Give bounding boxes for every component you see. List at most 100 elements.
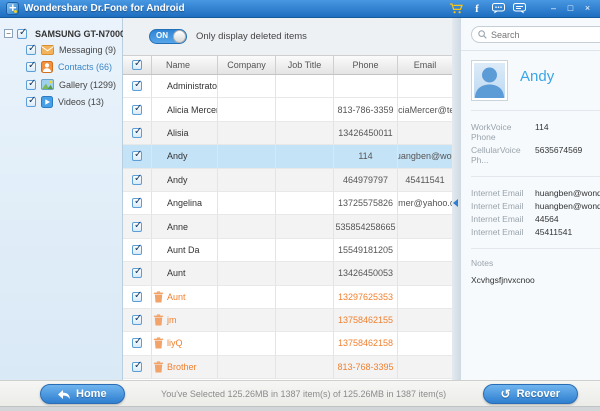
- cell-jobtitle: [276, 145, 334, 168]
- help-bubble-icon[interactable]: [512, 3, 526, 15]
- detail-field: Internet Email45411541: [471, 227, 600, 237]
- item-checkbox[interactable]: [26, 97, 36, 107]
- contacts-icon: [41, 61, 53, 73]
- column-header-phone[interactable]: Phone: [334, 56, 398, 74]
- row-checkbox[interactable]: [132, 338, 142, 348]
- cell-company: [218, 122, 276, 145]
- app-window: Wondershare Dr.Fone for Android f – □ × …: [0, 0, 600, 411]
- row-checkbox-cell: [123, 332, 152, 355]
- sidebar-item-messaging[interactable]: Messaging (9): [0, 42, 122, 58]
- row-checkbox[interactable]: [132, 362, 142, 372]
- item-checkbox[interactable]: [26, 45, 36, 55]
- person-silhouette-icon: [474, 63, 505, 98]
- recover-button[interactable]: ↺ Recover: [483, 384, 578, 404]
- row-checkbox[interactable]: [132, 175, 142, 185]
- field-label: WorkVoice Phone: [471, 122, 535, 142]
- minimize-button[interactable]: –: [547, 2, 560, 15]
- row-checkbox-cell: [123, 75, 152, 98]
- field-value: 45411541: [535, 227, 572, 237]
- table-row[interactable]: Alicia Mercer813-786-3359AliciaMercer@te…: [123, 98, 452, 121]
- table-row[interactable]: Angelina13725575826anmer@yahoo.c...: [123, 192, 452, 215]
- home-button[interactable]: Home: [40, 384, 125, 404]
- table-row[interactable]: Alisia13426450011: [123, 122, 452, 145]
- cell-jobtitle: [276, 239, 334, 262]
- cell-name: Angelina: [152, 192, 218, 215]
- tree-expander-icon[interactable]: −: [4, 29, 13, 38]
- panel-splitter[interactable]: [452, 18, 461, 380]
- table-row[interactable]: Brother813-768-3395: [123, 356, 452, 379]
- column-header-jobtitle[interactable]: Job Title: [276, 56, 334, 74]
- table-row[interactable]: jm 13758462155: [123, 309, 452, 332]
- search-input[interactable]: [491, 30, 600, 40]
- cell-email: [398, 332, 452, 355]
- device-label: SAMSUNG GT-N7000: [35, 29, 125, 39]
- table-row[interactable]: Aunt13426450053: [123, 262, 452, 285]
- contact-detail: Andy WorkVoice Phone114CellularVoice Ph.…: [461, 51, 600, 380]
- contact-header: Andy: [471, 60, 600, 111]
- sidebar-item-gallery[interactable]: Gallery (1299): [0, 76, 122, 93]
- row-checkbox[interactable]: [132, 105, 142, 115]
- cell-jobtitle: [276, 262, 334, 285]
- detail-panel: Andy WorkVoice Phone114CellularVoice Ph.…: [461, 18, 600, 380]
- row-checkbox[interactable]: [132, 198, 142, 208]
- recover-icon: ↺: [501, 389, 511, 399]
- cell-email: [398, 239, 452, 262]
- row-checkbox[interactable]: [132, 128, 142, 138]
- cell-jobtitle: [276, 98, 334, 121]
- cell-jobtitle: [276, 309, 334, 332]
- search-box[interactable]: [471, 26, 600, 43]
- maximize-button[interactable]: □: [564, 2, 577, 15]
- deleted-items-toggle[interactable]: ON: [149, 29, 187, 44]
- search-icon: [478, 30, 487, 39]
- row-checkbox[interactable]: [132, 245, 142, 255]
- cell-jobtitle: [276, 215, 334, 238]
- device-checkbox[interactable]: [17, 29, 27, 39]
- row-checkbox-cell: [123, 169, 152, 192]
- collapse-panel-icon[interactable]: [453, 199, 458, 207]
- cell-name: jm: [152, 309, 218, 332]
- table-row[interactable]: Aunt13297625353: [123, 286, 452, 309]
- sidebar-item-videos[interactable]: Videos (13): [0, 93, 122, 111]
- table-row[interactable]: Andy46497979745411541: [123, 169, 452, 192]
- sidebar-device-node[interactable]: − SAMSUNG GT-N7000: [0, 25, 122, 42]
- videos-icon: [41, 96, 53, 108]
- recover-button-label: Recover: [517, 388, 560, 400]
- facebook-icon[interactable]: f: [470, 3, 484, 15]
- row-checkbox[interactable]: [132, 315, 142, 325]
- row-checkbox[interactable]: [132, 222, 142, 232]
- feedback-bubble-icon[interactable]: [491, 3, 505, 15]
- detail-field: Internet Email44564: [471, 214, 600, 224]
- column-header-company[interactable]: Company: [218, 56, 276, 74]
- titlebar-right: f – □ ×: [449, 2, 594, 15]
- cell-name: Alisia: [152, 122, 218, 145]
- row-checkbox[interactable]: [132, 81, 142, 91]
- table-row[interactable]: Administrator: [123, 75, 452, 98]
- toggle-label: Only display deleted items: [196, 31, 307, 42]
- item-checkbox[interactable]: [26, 62, 36, 72]
- close-button[interactable]: ×: [581, 2, 594, 15]
- item-checkbox[interactable]: [26, 80, 36, 90]
- column-header-email[interactable]: Email: [398, 56, 452, 74]
- cell-email: [398, 215, 452, 238]
- table-row[interactable]: Anne535854258665: [123, 215, 452, 238]
- cart-icon[interactable]: [449, 3, 463, 15]
- cell-phone: 13758462155: [334, 309, 398, 332]
- table-row[interactable]: Aunt Da15549181205: [123, 239, 452, 262]
- toggle-knob[interactable]: [173, 30, 186, 43]
- row-checkbox[interactable]: [132, 268, 142, 278]
- table-row[interactable]: liyQ13758462158: [123, 332, 452, 355]
- cell-email: [398, 356, 452, 379]
- row-checkbox[interactable]: [132, 151, 142, 161]
- row-checkbox[interactable]: [132, 292, 142, 302]
- cell-company: [218, 262, 276, 285]
- cell-phone: 813-786-3359: [334, 98, 398, 121]
- column-header-name[interactable]: Name: [152, 56, 218, 74]
- avatar: [471, 60, 508, 101]
- sidebar-item-contacts[interactable]: Contacts (66): [0, 58, 122, 76]
- select-all-cell: [123, 56, 152, 74]
- select-all-checkbox[interactable]: [132, 60, 142, 70]
- trash-icon: [153, 361, 164, 375]
- trash-icon: [153, 337, 164, 351]
- table-row[interactable]: Andy114huangben@wo...: [123, 145, 452, 168]
- cell-phone: 535854258665: [334, 215, 398, 238]
